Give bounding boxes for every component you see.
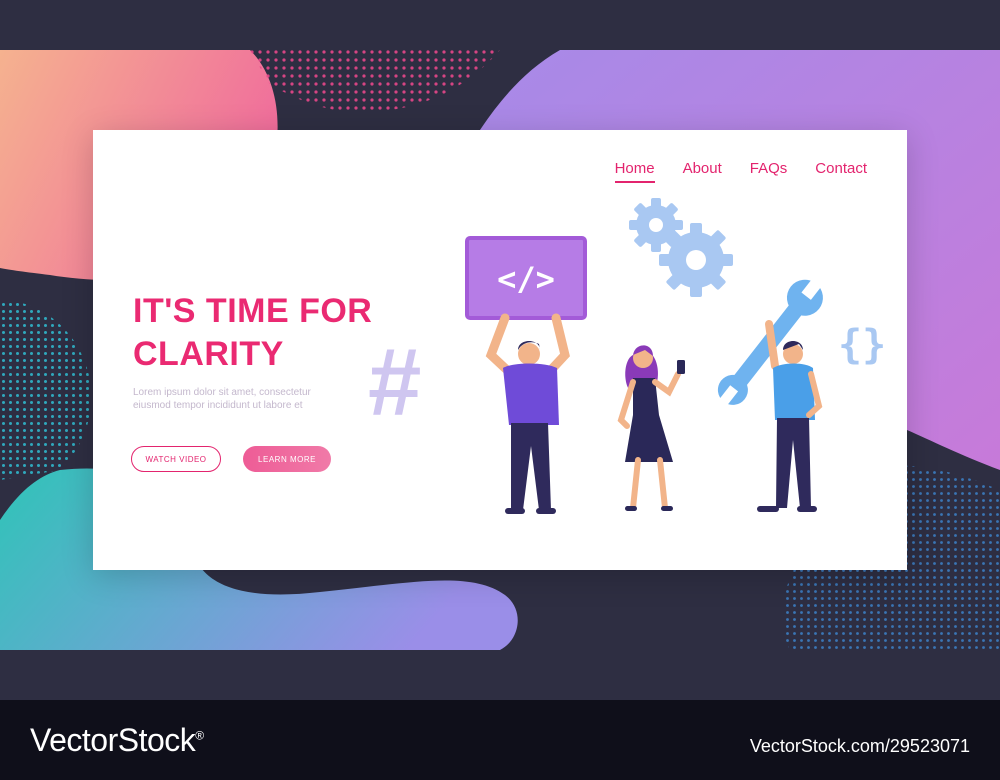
- hero-title-line-1: IT'S TIME FOR: [133, 292, 373, 330]
- man-with-sign: </>: [465, 236, 587, 514]
- watermark-bar: VectorStock® VectorStock.com/29523071: [0, 700, 1000, 780]
- man-with-wrench: [717, 276, 824, 512]
- smartphone-icon: [677, 360, 685, 374]
- curly-braces-icon: {}: [838, 322, 886, 368]
- nav-faqs[interactable]: FAQs: [750, 160, 788, 183]
- code-tag-icon: </>: [497, 260, 555, 298]
- hero-title-line-2: CLARITY: [133, 335, 284, 373]
- top-nav: Home About FAQs Contact: [614, 160, 867, 183]
- watch-video-button[interactable]: WATCH VIDEO: [131, 446, 221, 472]
- watermark-logo: VectorStock®: [30, 722, 204, 759]
- watermark-id: VectorStock.com/29523071: [749, 736, 970, 756]
- gear-icon: [659, 223, 733, 297]
- hero-title: IT'S TIME FOR CLARITY: [133, 290, 433, 376]
- nav-contact[interactable]: Contact: [815, 160, 867, 183]
- learn-more-button[interactable]: LEARN MORE: [243, 446, 331, 472]
- watermark-brand: VectorStock: [30, 722, 196, 758]
- landing-card: # {} </> Home About FAQs Contact IT'S TI…: [93, 130, 907, 570]
- hero-description: Lorem ipsum dolor sit amet, consectetur …: [133, 387, 311, 411]
- nav-home[interactable]: Home: [614, 160, 655, 183]
- nav-about[interactable]: About: [683, 160, 722, 183]
- registered-mark: ®: [195, 728, 204, 743]
- woman-with-phone: [617, 345, 685, 511]
